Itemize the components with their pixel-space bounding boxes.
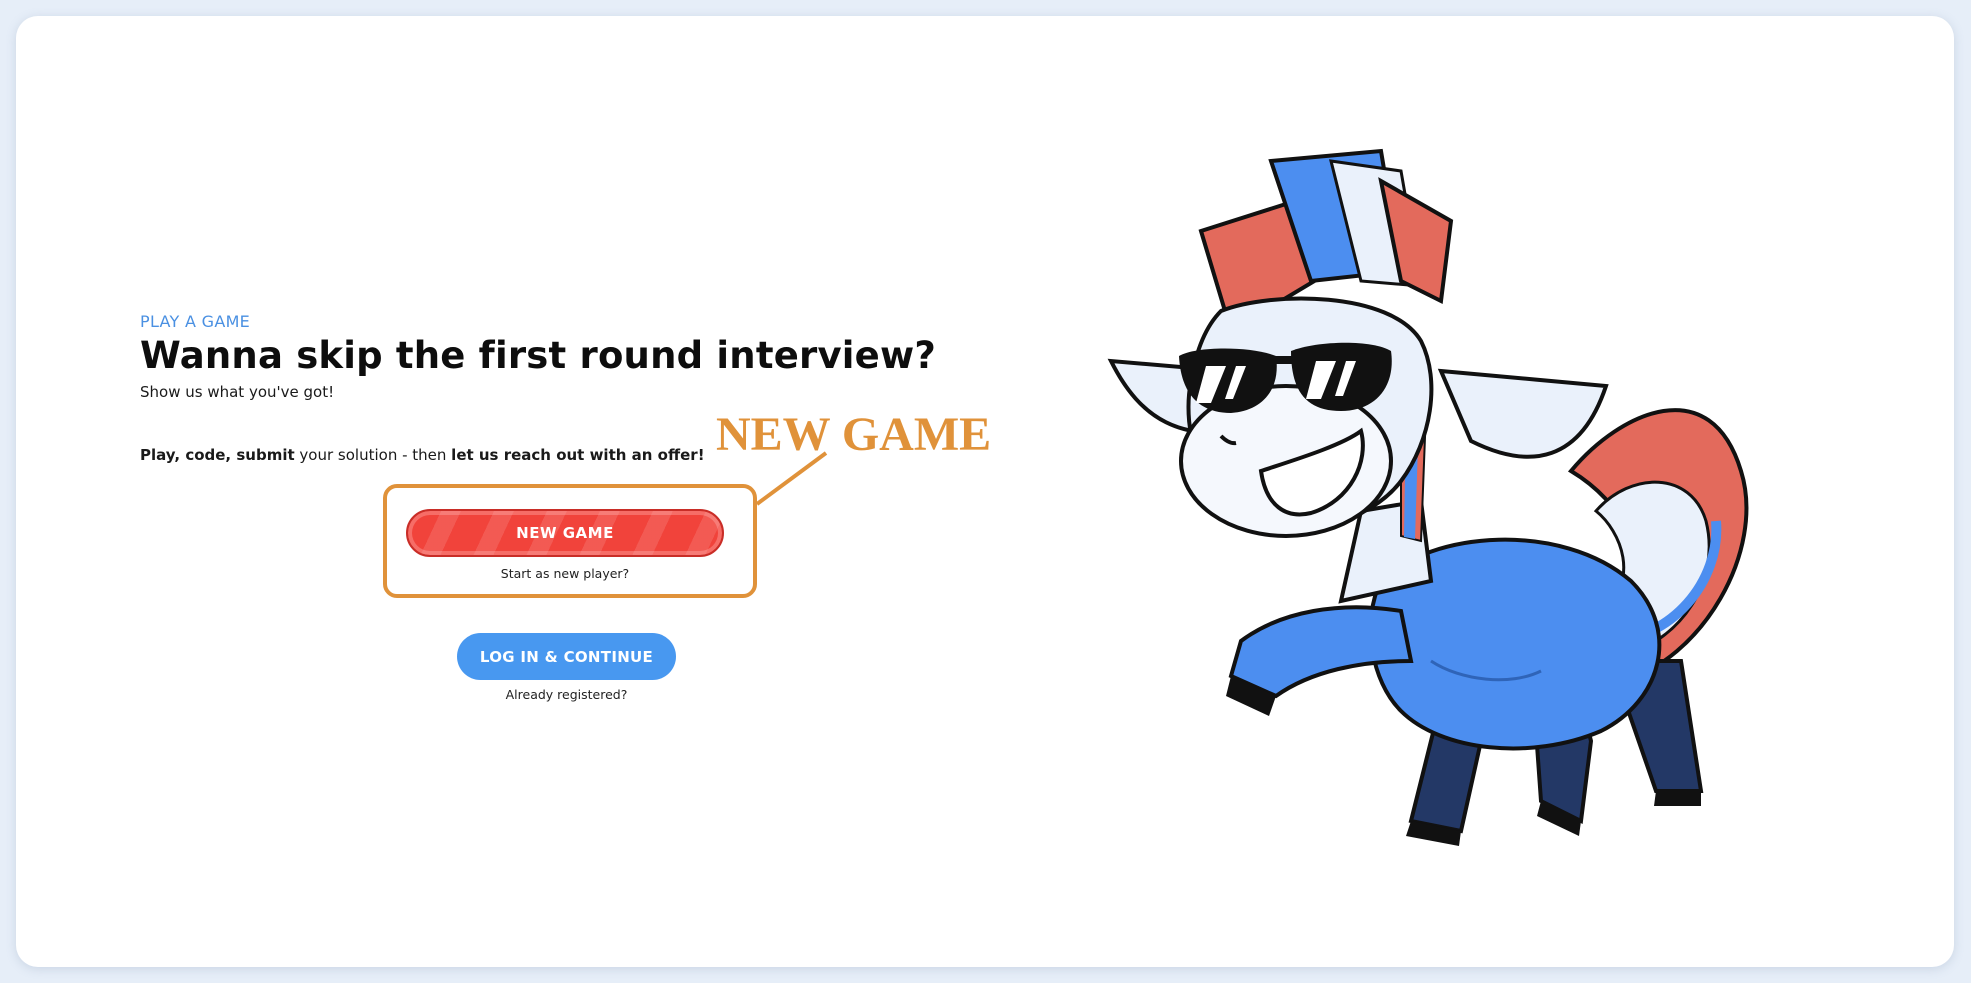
pitch-bold-end: let us reach out with an offer! bbox=[451, 446, 705, 464]
pitch-middle: your solution - then bbox=[294, 446, 452, 464]
login-continue-button[interactable]: LOG IN & CONTINUE bbox=[457, 633, 676, 680]
login-caption: Already registered? bbox=[505, 687, 628, 702]
zebra-mascot-icon bbox=[1107, 148, 1749, 846]
eyebrow-label: PLAY A GAME bbox=[140, 312, 251, 331]
landing-card: PLAY A GAME Wanna skip the first round i… bbox=[16, 16, 1954, 967]
annotation-highlight-box bbox=[383, 484, 757, 598]
annotation-label: NEW GAME bbox=[716, 408, 992, 461]
pitch-text: Play, code, submit your solution - then … bbox=[140, 446, 705, 464]
page-title: Wanna skip the first round interview? bbox=[140, 334, 936, 377]
pitch-bold-start: Play, code, submit bbox=[140, 446, 295, 464]
subheadline: Show us what you've got! bbox=[140, 383, 335, 401]
right-ear-icon bbox=[1437, 368, 1609, 459]
